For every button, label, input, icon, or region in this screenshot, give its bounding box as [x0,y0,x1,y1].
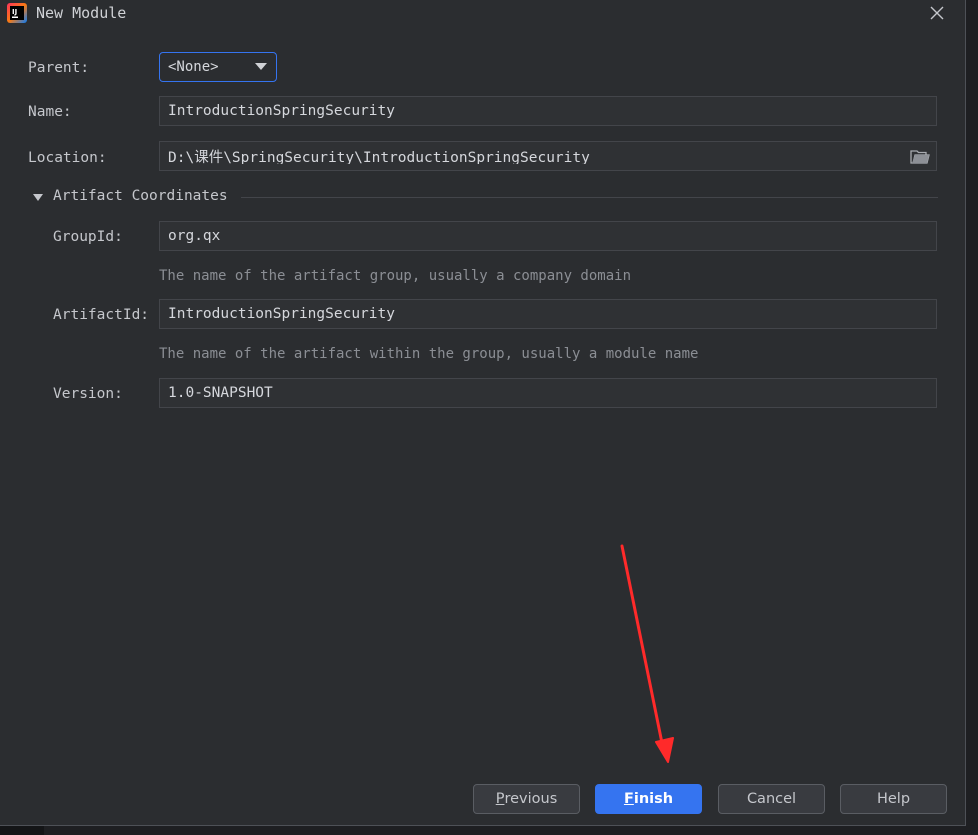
group-id-hint: The name of the artifact group, usually … [159,268,632,284]
finish-mnemonic: F [623,791,634,807]
artifact-id-input[interactable] [168,306,936,322]
folder-icon[interactable] [910,149,930,165]
version-field-container [159,378,937,408]
location-field-container [159,141,937,171]
new-module-dialog: IJ New Module Parent: <None> Name: Locat… [0,0,966,826]
location-input[interactable] [168,148,903,164]
group-id-input[interactable] [168,228,936,244]
group-id-label: GroupId: [53,229,123,245]
artifact-id-hint: The name of the artifact within the grou… [159,346,699,362]
version-input[interactable] [168,385,936,401]
finish-label: inish [633,791,674,807]
close-icon [930,6,944,20]
intellij-idea-icon: IJ [7,3,27,23]
previous-button[interactable]: Previous [473,784,580,814]
previous-mnemonic: P [495,791,505,807]
section-divider [241,197,938,198]
artifact-id-label: ArtifactId: [53,307,150,323]
parent-selected-value: <None> [168,59,219,75]
parent-dropdown[interactable]: <None> [159,52,277,82]
chevron-down-icon [255,63,267,70]
name-input[interactable] [168,103,936,119]
close-button[interactable] [925,1,949,25]
version-label: Version: [53,386,123,402]
parent-label: Parent: [28,60,90,76]
title-bar: IJ New Module [0,0,966,26]
cancel-label: Cancel [746,791,797,807]
background-strip-right [966,0,978,835]
help-label: Help [876,791,911,807]
location-label: Location: [28,150,107,166]
finish-button[interactable]: Finish [595,784,702,814]
artifact-coordinates-section-header[interactable]: Artifact Coordinates [30,188,938,208]
artifact-coordinates-label: Artifact Coordinates [53,188,228,204]
name-label: Name: [28,104,72,120]
background-strip-bottom [0,826,978,835]
help-button[interactable]: Help [840,784,947,814]
name-field-container [159,96,937,126]
svg-text:IJ: IJ [12,8,17,16]
previous-label: revious [504,791,558,807]
dialog-title: New Module [36,4,127,22]
cancel-button[interactable]: Cancel [718,784,825,814]
group-id-field-container [159,221,937,251]
artifact-id-field-container [159,299,937,329]
expand-triangle-icon [33,194,43,201]
